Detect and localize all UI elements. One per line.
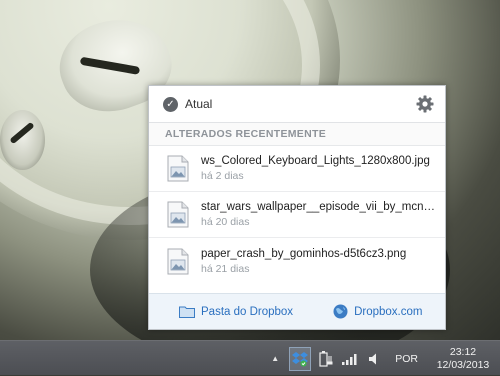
list-item[interactable]: ws_Colored_Keyboard_Lights_1280x800.jpg … [149, 146, 445, 192]
taskbar: ▲ POR 23:12 12/03/2013 [0, 340, 500, 375]
dropbox-website-link-label: Dropbox.com [354, 305, 423, 318]
recent-files-list: ws_Colored_Keyboard_Lights_1280x800.jpg … [149, 146, 445, 284]
volume-icon[interactable] [365, 345, 383, 373]
folder-icon [179, 306, 195, 318]
dropbox-website-link[interactable]: Dropbox.com [333, 304, 422, 319]
file-name: paper_crash_by_gominhos-d5t6cz3.png [201, 247, 407, 260]
sync-status-label: Atual [185, 97, 213, 111]
wallpaper-figure-small [0, 110, 45, 170]
section-title: ALTERADOS RECENTEMENTE [149, 123, 445, 146]
file-time: há 2 dias [201, 170, 244, 182]
clock-date: 12/03/2013 [436, 358, 490, 371]
file-name: ws_Colored_Keyboard_Lights_1280x800.jpg [201, 155, 430, 167]
dropbox-folder-link[interactable]: Pasta do Dropbox [179, 305, 293, 318]
popup-footer: Pasta do Dropbox Dropbox.com [149, 293, 445, 329]
speaker-icon [369, 353, 377, 364]
power-icon[interactable] [317, 345, 335, 373]
popup-header: ✓ Atual [149, 86, 445, 123]
tray-expand-icon[interactable]: ▲ [267, 345, 283, 373]
image-file-icon [167, 201, 189, 228]
list-item[interactable]: paper_crash_by_gominhos-d5t6cz3.png há 2… [149, 238, 445, 284]
gear-icon[interactable] [415, 94, 435, 114]
signal-icon[interactable] [341, 345, 359, 373]
system-tray: ▲ POR 23:12 12/03/2013 [267, 341, 500, 376]
image-file-icon [167, 155, 189, 182]
file-name: star_wars_wallpaper__episode_vii_by_mcne… [201, 201, 441, 213]
clock[interactable]: 23:12 12/03/2013 [432, 345, 494, 373]
file-time: há 21 dias [201, 262, 250, 275]
dropbox-folder-link-label: Pasta do Dropbox [201, 305, 294, 318]
globe-icon [333, 304, 348, 319]
language-indicator[interactable]: POR [395, 345, 418, 373]
dropbox-popup: ✓ Atual ALTERADOS RECENTEMENTE ws_Colore… [148, 85, 446, 330]
clock-time: 23:12 [449, 345, 477, 358]
signal-bars-icon [342, 353, 357, 365]
check-circle-icon: ✓ [163, 96, 178, 112]
image-file-icon [167, 248, 189, 274]
file-time: há 20 dias [201, 216, 250, 228]
dropbox-tray-icon[interactable] [289, 346, 312, 371]
battery-plug-icon [319, 350, 333, 367]
list-item[interactable]: star_wars_wallpaper__episode_vii_by_mcne… [149, 192, 445, 238]
dropbox-logo-icon [292, 351, 309, 366]
